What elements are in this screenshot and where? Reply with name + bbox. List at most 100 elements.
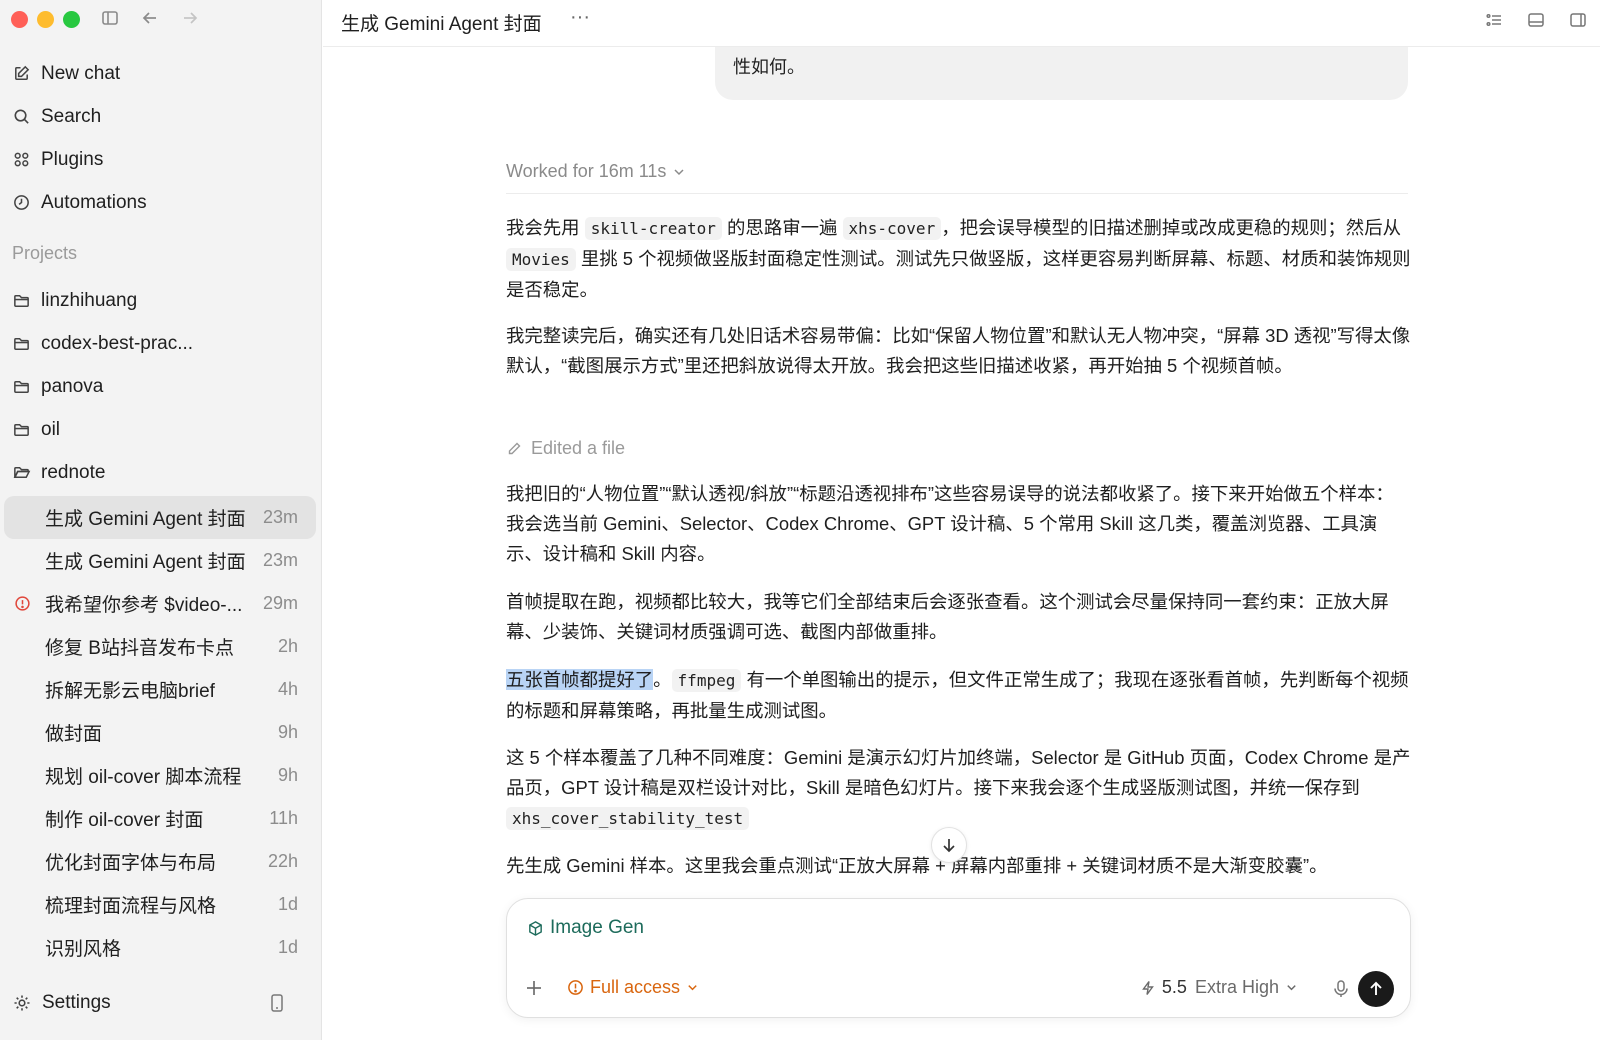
thread-time: 23m <box>262 550 298 570</box>
thread-item[interactable]: 规划 oil-cover 脚本流程 9h <box>4 754 316 797</box>
automations-label: Automations <box>41 191 147 213</box>
access-level-label: Full access <box>590 977 681 997</box>
project-item[interactable]: rednote <box>0 451 322 494</box>
assistant-paragraph: 这 5 个样本覆盖了几种不同难度：Gemini 是演示幻灯片加终端，Select… <box>506 743 1411 834</box>
thread-title: 我希望你参考 $video-... <box>45 595 243 616</box>
thread-item[interactable]: 修复 B站抖音发布卡点 2h <box>4 625 316 668</box>
folder-icon <box>14 423 29 436</box>
new-chat-button[interactable]: New chat <box>0 52 322 95</box>
thread-title: 制作 oil-cover 封面 <box>45 810 204 831</box>
image-gen-label: Image Gen <box>550 917 644 938</box>
scroll-to-bottom-button[interactable] <box>931 827 967 863</box>
automations-button[interactable]: Automations <box>0 181 322 224</box>
project-item[interactable]: panova <box>0 365 322 408</box>
thread-title: 拆解无影云电脑brief <box>45 681 215 702</box>
thread-title: 梳理封面流程与风格 <box>45 896 217 917</box>
lightning-icon <box>1142 980 1154 995</box>
thread-item[interactable]: 优化封面字体与布局 22h <box>4 840 316 883</box>
thread-title: 做封面 <box>45 724 103 745</box>
project-label: oil <box>41 418 61 440</box>
thread-time: 2h <box>277 636 298 656</box>
divider <box>506 193 1408 194</box>
thread-item[interactable]: 我希望你参考 $video-... 29m <box>4 582 316 625</box>
minimize-window-button[interactable] <box>37 11 54 28</box>
thread-time: 22h <box>267 851 298 871</box>
worked-duration-label: Worked for 16m 11s <box>506 161 667 181</box>
text-segment: 我会先用 <box>506 217 585 238</box>
inline-code: xhs_cover_stability_test <box>506 807 750 830</box>
text-segment: 里挑 5 个视频做竖版封面稳定性测试。测试先只做竖版，这样更容易判断屏幕、标题、… <box>506 248 1411 300</box>
sidebar-toggle-icon[interactable] <box>100 8 120 28</box>
message-composer[interactable]: Image Gen Full access 5.5 Extra High <box>506 898 1411 1018</box>
thread-item[interactable]: 生成 Gemini Agent 封面 23m <box>4 539 316 582</box>
project-label: codex-best-prac... <box>41 332 194 354</box>
project-item[interactable]: oil <box>0 408 322 451</box>
project-item[interactable]: linzhihuang <box>0 279 322 322</box>
thread-item[interactable]: 梳理封面流程与风格 1d <box>4 883 316 926</box>
thread-item[interactable]: 拆解无影云电脑brief 4h <box>4 668 316 711</box>
thread-time: 4h <box>277 679 298 699</box>
project-item[interactable]: codex-best-prac... <box>0 322 322 365</box>
folder-icon <box>14 337 29 350</box>
pencil-icon <box>508 442 521 454</box>
phone-icon[interactable] <box>269 993 285 1013</box>
arrow-up-icon <box>1370 981 1382 995</box>
model-selector[interactable]: 5.5 Extra High <box>1140 977 1298 998</box>
image-gen-chip[interactable]: Image Gen <box>527 917 644 939</box>
project-label: rednote <box>41 461 106 483</box>
search-icon <box>14 109 29 124</box>
folder-icon <box>14 380 29 393</box>
more-options-button[interactable]: ··· <box>570 6 590 29</box>
list-view-icon[interactable] <box>1484 10 1504 30</box>
thread-item-active[interactable]: 生成 Gemini Agent 封面 23m <box>4 496 316 539</box>
zoom-window-button[interactable] <box>63 11 80 28</box>
back-arrow-icon[interactable] <box>140 8 160 28</box>
thread-time: 1d <box>277 894 298 914</box>
thread-title: 修复 B站抖音发布卡点 <box>45 638 234 659</box>
close-window-button[interactable] <box>11 11 28 28</box>
assistant-paragraph: 我完整读完后，确实还有几处旧话术容易带偏：比如“保留人物位置”和默认无人物冲突，… <box>506 325 1411 376</box>
inline-code: ffmpeg <box>671 669 742 692</box>
worked-duration-toggle[interactable]: Worked for 16m 11s <box>506 161 686 182</box>
text-segment: 这 5 个样本覆盖了几种不同难度：Gemini 是演示幻灯片加终端，Select… <box>506 747 1411 798</box>
projects-heading: Projects <box>12 243 78 263</box>
text-segment: 。 <box>653 669 672 690</box>
plugins-button[interactable]: Plugins <box>0 138 322 181</box>
search-button[interactable]: Search <box>0 95 322 138</box>
plus-icon[interactable] <box>523 977 545 999</box>
clock-icon <box>14 195 29 210</box>
page-title: 生成 Gemini Agent 封面 <box>341 14 542 35</box>
send-button[interactable] <box>1358 971 1394 1007</box>
thread-time: 1d <box>277 937 298 957</box>
chat-panel: 生成 Gemini Agent 封面 ··· 了，在影片里面有。很多个视频，我觉… <box>323 0 1600 1040</box>
thread-item[interactable]: 制作 oil-cover 封面 11h <box>4 797 316 840</box>
thread-title: 识别风格 <box>45 939 122 960</box>
folder-open-icon <box>13 466 31 479</box>
new-chat-label: New chat <box>41 62 121 84</box>
side-panel-icon[interactable] <box>1568 10 1588 30</box>
header-actions <box>1484 10 1588 30</box>
plugins-icon <box>14 152 29 167</box>
forward-arrow-icon[interactable] <box>180 8 200 28</box>
selected-text[interactable]: 五张首帧都提好了 <box>506 669 654 690</box>
microphone-icon[interactable] <box>1332 979 1350 999</box>
thread-time: 9h <box>277 722 298 742</box>
thread-item[interactable]: 识别风格 1d <box>4 926 316 969</box>
settings-button[interactable]: Settings <box>12 986 295 1020</box>
projects-list: linzhihuang codex-best-prac... panova oi… <box>0 279 322 494</box>
text-segment: 的思路审一遍 <box>721 217 843 238</box>
chevron-down-icon <box>1287 985 1296 991</box>
assistant-paragraph: 我会先用 skill-creator 的思路审一遍 xhs-cover ，把会误导… <box>506 213 1411 305</box>
window-toolbar <box>100 8 200 28</box>
thread-item[interactable]: 做封面 9h <box>4 711 316 754</box>
access-level-dropdown[interactable]: Full access <box>567 977 699 998</box>
project-label: panova <box>41 375 104 397</box>
edited-file-entry[interactable]: Edited a file <box>506 438 625 459</box>
chat-header: 生成 Gemini Agent 封面 ··· <box>323 0 1600 47</box>
bottom-panel-icon[interactable] <box>1526 10 1546 30</box>
plugins-label: Plugins <box>41 148 104 170</box>
assistant-paragraph: 五张首帧都提好了。 ffmpeg 有一个单图输出的提示，但文件正常生成了；我现在逐… <box>506 665 1411 726</box>
thread-title: 规划 oil-cover 脚本流程 <box>45 767 242 788</box>
thread-time: 9h <box>277 765 298 785</box>
thread-time: 23m <box>262 507 298 527</box>
